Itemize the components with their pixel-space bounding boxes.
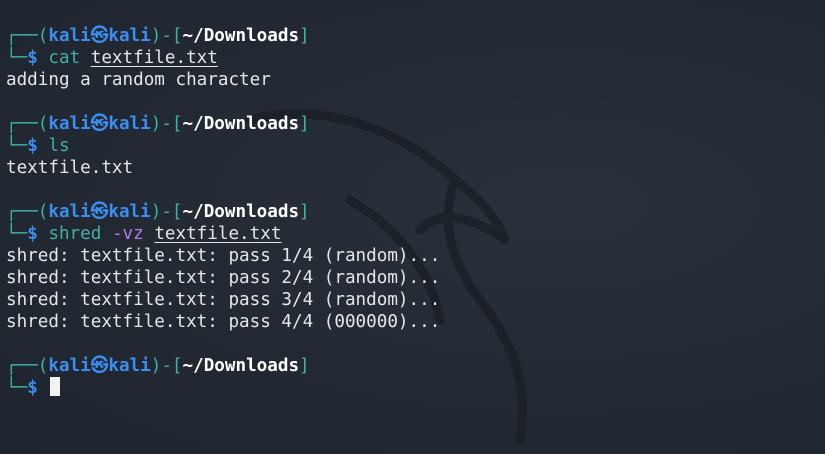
terminal-output[interactable]: ┌──(kali㉿kali)-[~/Downloads] └─$ cat text… xyxy=(6,25,825,399)
prompt-host: kali xyxy=(108,202,151,222)
output-line: shred: textfile.txt: pass 2/4 (random)..… xyxy=(6,268,441,288)
prompt-symbol: $ xyxy=(27,378,38,398)
prompt-host: kali xyxy=(108,356,151,376)
command-name: ls xyxy=(48,136,70,156)
prompt-symbol: $ xyxy=(27,224,38,244)
prompt-frame-corner: ┌──( xyxy=(6,114,49,134)
command-argument: textfile.txt xyxy=(154,224,282,244)
prompt-frame-mid: )-[ xyxy=(150,202,183,222)
kali-dragon-icon: ㉿ xyxy=(90,202,109,222)
prompt-frame-corner: ┌──( xyxy=(6,356,49,376)
prompt-frame-bottom: └─ xyxy=(6,136,28,156)
kali-dragon-icon: ㉿ xyxy=(90,114,109,134)
prompt-frame-corner: ┌──( xyxy=(6,26,49,46)
prompt-frame-bottom: └─ xyxy=(6,224,28,244)
output-line: shred: textfile.txt: pass 1/4 (random)..… xyxy=(6,246,441,266)
kali-dragon-icon: ㉿ xyxy=(90,356,109,376)
prompt-frame-bottom: └─ xyxy=(6,48,28,68)
prompt-user: kali xyxy=(48,202,91,222)
prompt-frame-bottom: └─ xyxy=(6,378,28,398)
prompt-host: kali xyxy=(108,114,151,134)
command-line: └─$ cat textfile.txt xyxy=(6,47,825,69)
prompt-frame-end: ] xyxy=(299,202,310,222)
prompt-cwd: ~/Downloads xyxy=(182,26,300,46)
prompt-frame-end: ] xyxy=(299,356,310,376)
output-line: adding a random character xyxy=(6,70,271,90)
command-flags: -vz xyxy=(111,224,144,244)
prompt-header-line: ┌──(kali㉿kali)-[~/Downloads] xyxy=(6,355,825,377)
command-name: cat xyxy=(48,48,81,68)
prompt-frame-mid: )-[ xyxy=(150,114,183,134)
output-line: textfile.txt xyxy=(6,158,134,178)
prompt-cwd: ~/Downloads xyxy=(182,356,300,376)
prompt-frame-corner: ┌──( xyxy=(6,202,49,222)
prompt-header-line: ┌──(kali㉿kali)-[~/Downloads] xyxy=(6,113,825,135)
command-line: └─$ ls xyxy=(6,135,825,157)
output-line: shred: textfile.txt: pass 3/4 (random)..… xyxy=(6,290,441,310)
command-name: shred xyxy=(48,224,102,244)
prompt-user: kali xyxy=(48,356,91,376)
command-argument: textfile.txt xyxy=(90,48,218,68)
prompt-host: kali xyxy=(108,26,151,46)
prompt-header-line: ┌──(kali㉿kali)-[~/Downloads] xyxy=(6,201,825,223)
command-line: └─$ shred -vz textfile.txt xyxy=(6,223,825,245)
prompt-frame-mid: )-[ xyxy=(150,356,183,376)
prompt-user: kali xyxy=(48,114,91,134)
prompt-cwd: ~/Downloads xyxy=(182,202,300,222)
prompt-frame-mid: )-[ xyxy=(150,26,183,46)
prompt-header-line: ┌──(kali㉿kali)-[~/Downloads] xyxy=(6,25,825,47)
prompt-symbol: $ xyxy=(27,48,38,68)
prompt-frame-end: ] xyxy=(299,26,310,46)
kali-dragon-icon: ㉿ xyxy=(90,26,109,46)
prompt-cwd: ~/Downloads xyxy=(182,114,300,134)
text-cursor[interactable] xyxy=(50,377,61,396)
output-line: shred: textfile.txt: pass 4/4 (000000)..… xyxy=(6,312,441,332)
prompt-symbol: $ xyxy=(27,136,38,156)
active-command-line[interactable]: └─$ xyxy=(6,377,825,399)
prompt-frame-end: ] xyxy=(299,114,310,134)
prompt-user: kali xyxy=(48,26,91,46)
